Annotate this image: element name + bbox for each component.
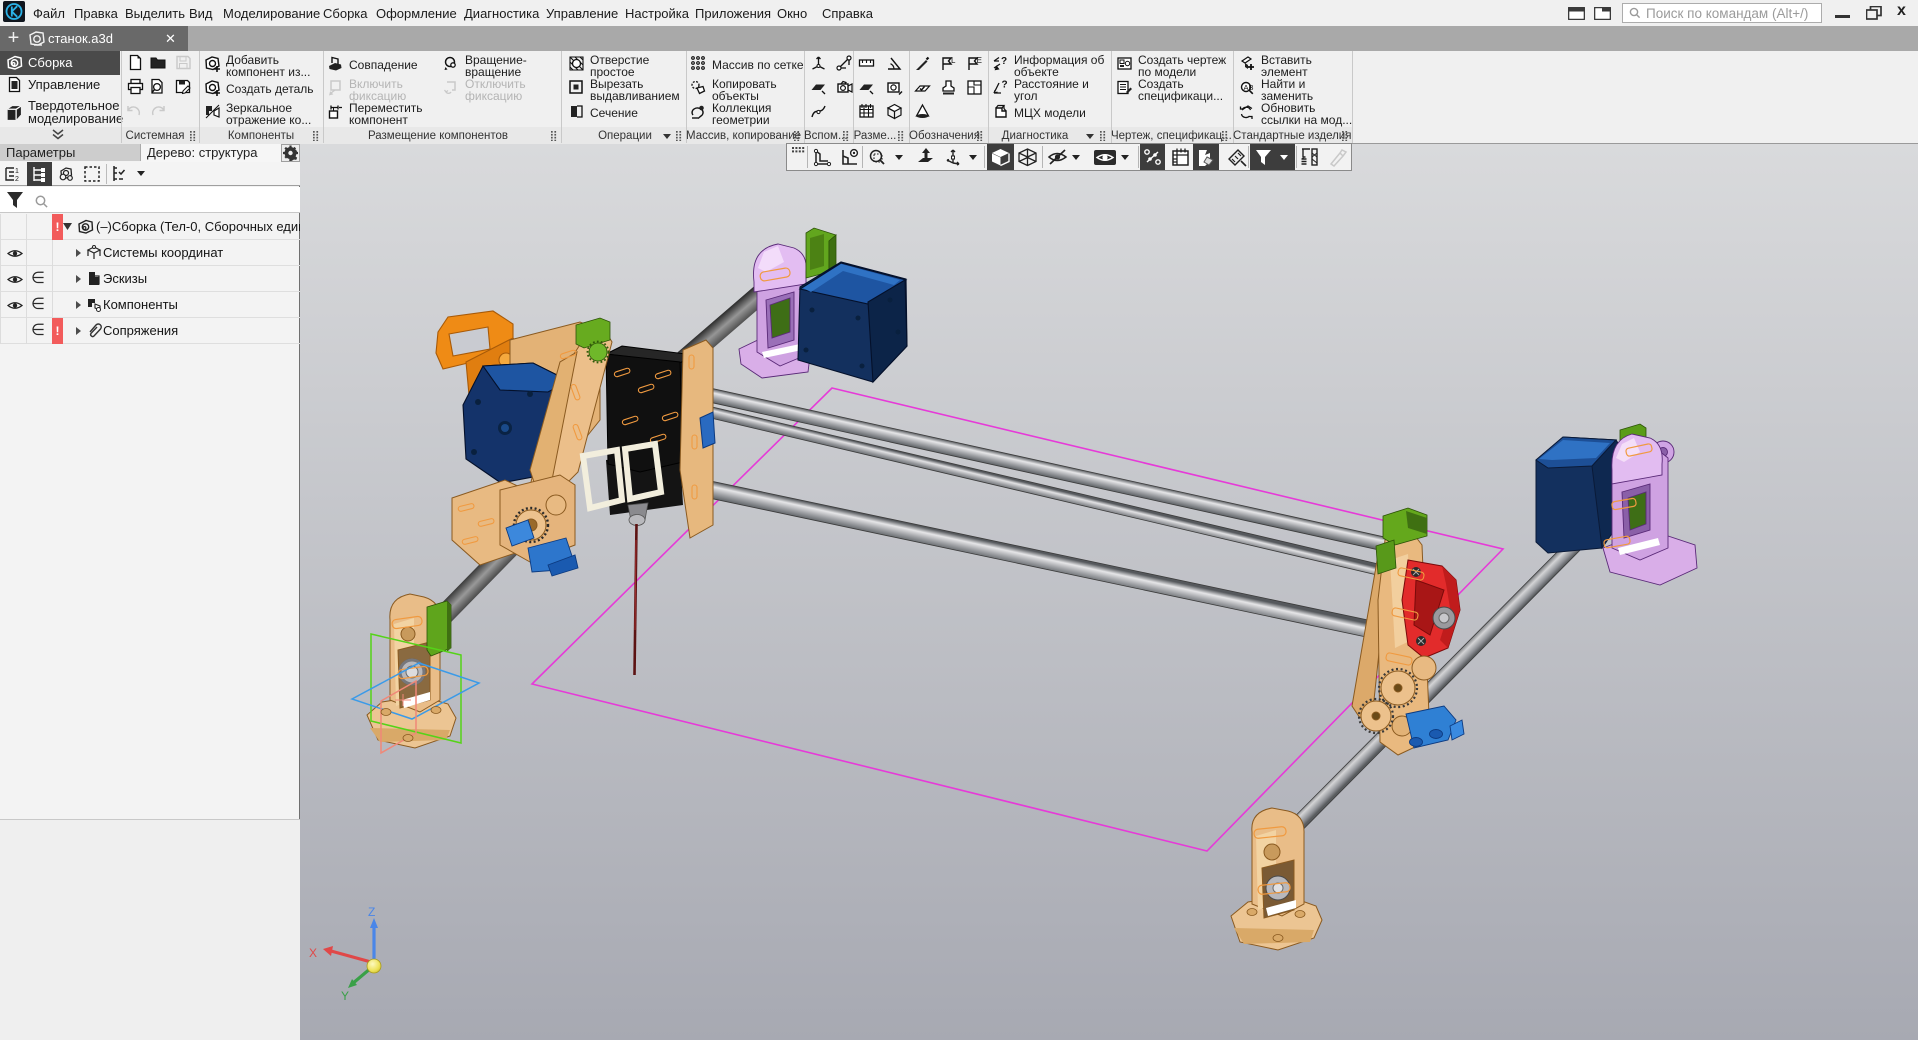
svg-text:Y: Y (341, 989, 349, 1003)
svg-text:Z: Z (368, 905, 375, 919)
svg-text:1: 1 (15, 168, 19, 175)
svg-text:X: X (309, 946, 317, 960)
svg-text:2: 2 (15, 176, 19, 183)
